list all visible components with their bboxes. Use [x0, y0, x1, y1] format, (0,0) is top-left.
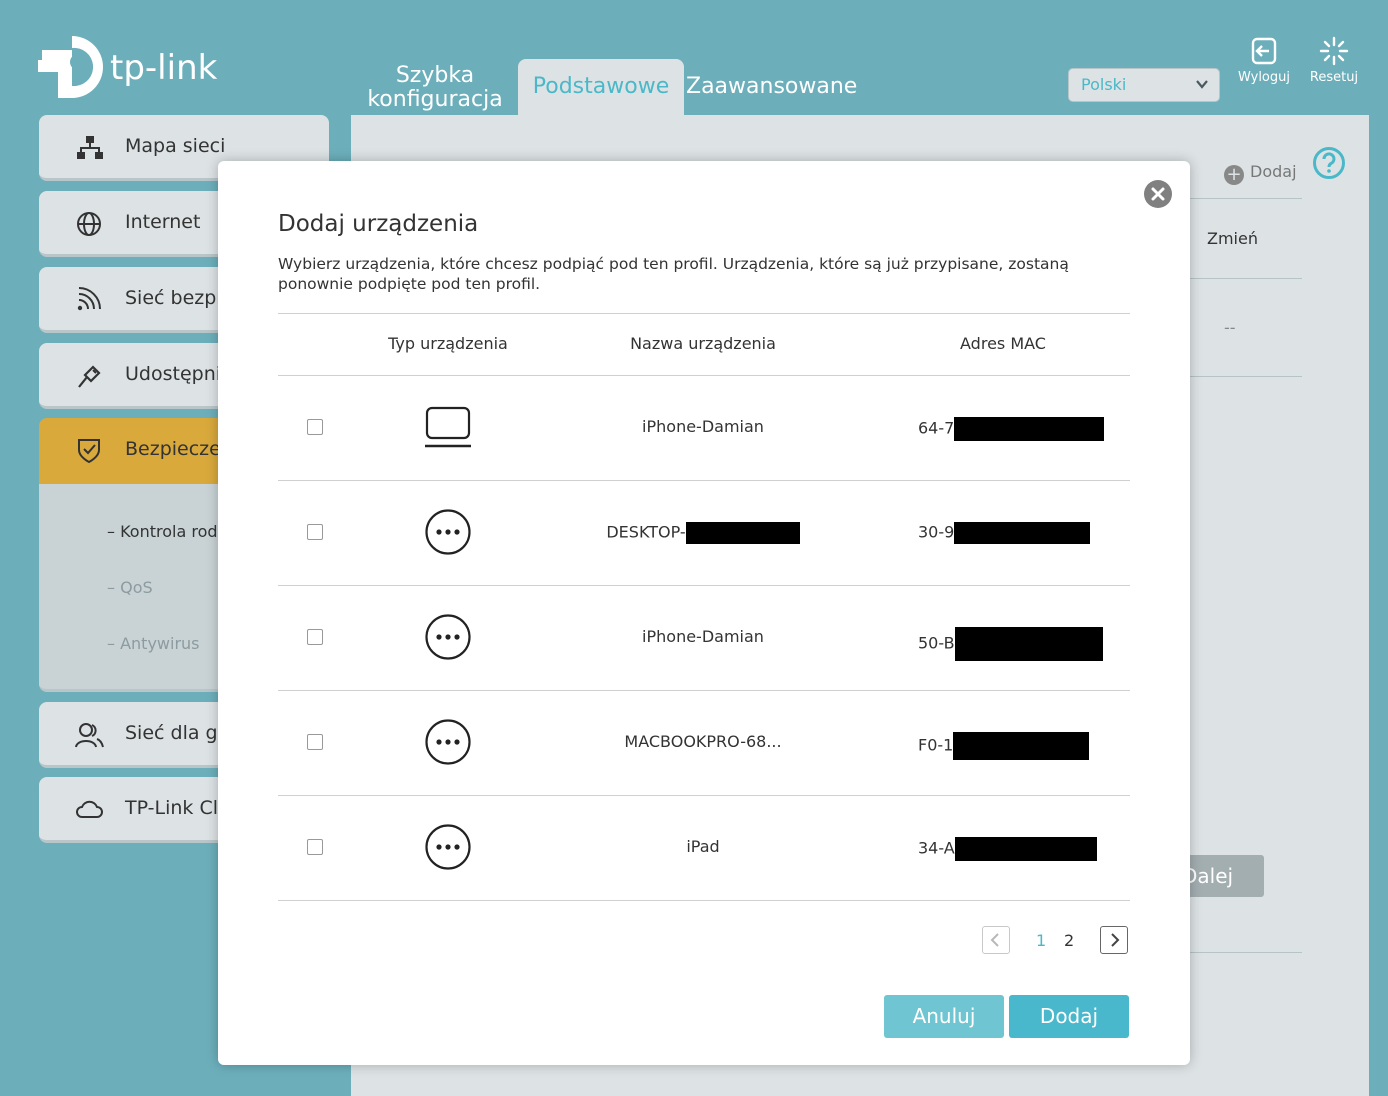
- table-divider: [278, 900, 1130, 901]
- background-divider: [1190, 376, 1302, 377]
- cloud-icon: [76, 800, 103, 818]
- usb-icon: [78, 365, 101, 388]
- modal-title: Dodaj urządzenia: [278, 211, 479, 237]
- pagination-page-2[interactable]: 2: [1064, 931, 1074, 950]
- table-row: iPad 34-A: [278, 795, 1130, 900]
- redaction-box: [954, 627, 1103, 661]
- table-row: MACBOOKPRO-68... F0-1: [278, 690, 1130, 795]
- submenu-item-qos[interactable]: – QoS: [107, 578, 153, 597]
- column-header-name: Nazwa urządzenia: [630, 334, 776, 353]
- table-row: DESKTOP- 30-9: [278, 480, 1130, 585]
- mac-prefix: 50-B: [918, 633, 955, 653]
- chevron-left-icon: [990, 933, 999, 947]
- help-icon[interactable]: [1312, 146, 1346, 180]
- more-icon: [425, 719, 471, 765]
- pagination-page-1[interactable]: 1: [1036, 931, 1046, 950]
- tab-quick-setup-line2: konfiguracja: [367, 87, 503, 112]
- table-row: iPhone-Damian 50-B: [278, 585, 1130, 690]
- mac-prefix: F0-1: [918, 735, 954, 755]
- device-name: DESKTOP-: [588, 522, 818, 544]
- more-icon: [425, 614, 471, 660]
- tp-link-logo: tp-link: [38, 34, 228, 104]
- tab-basic[interactable]: Podstawowe: [518, 59, 684, 119]
- mac-address: 50-B: [918, 627, 1103, 661]
- add-button[interactable]: Dodaj: [1009, 995, 1129, 1038]
- mac-prefix: 34-A: [918, 838, 955, 858]
- background-divider: [1190, 952, 1302, 953]
- shield-icon: [78, 439, 100, 464]
- logout-button[interactable]: Wyloguj: [1232, 36, 1296, 85]
- submenu-item-antivirus[interactable]: – Antywirus: [107, 634, 200, 653]
- laptop-icon: [425, 406, 471, 448]
- background-divider: [1190, 278, 1302, 279]
- cancel-button[interactable]: Anuluj: [884, 995, 1004, 1038]
- logo-text: tp-link: [110, 48, 218, 88]
- mac-prefix: 64-7: [918, 418, 955, 438]
- network-map-icon: [77, 136, 103, 159]
- add-devices-modal: Dodaj urządzenia Wybierz urządzenia, któ…: [218, 161, 1190, 1065]
- reset-label: Resetuj: [1309, 70, 1359, 85]
- globe-icon: [77, 212, 101, 236]
- device-name-prefix: DESKTOP-: [606, 522, 686, 542]
- language-value: Polski: [1081, 75, 1127, 94]
- tab-quick-setup-line1: Szybka: [395, 63, 475, 88]
- pagination-prev-button[interactable]: [982, 926, 1010, 954]
- background-add-button[interactable]: + Dodaj: [1224, 162, 1297, 185]
- mac-prefix: 30-9: [918, 522, 955, 542]
- device-name: MACBOOKPRO-68...: [624, 732, 782, 751]
- guests-icon: [75, 723, 104, 748]
- device-name: iPad: [686, 837, 720, 856]
- wifi-icon: [77, 287, 101, 311]
- logout-icon: [1251, 37, 1277, 65]
- background-dash: --: [1224, 318, 1236, 337]
- chevron-down-icon: [1196, 80, 1208, 89]
- table-row: iPhone-Damian 64-7: [278, 375, 1130, 480]
- row-checkbox[interactable]: [307, 629, 323, 645]
- close-icon: [1151, 187, 1165, 201]
- reset-icon: [1319, 36, 1349, 66]
- tab-advanced[interactable]: Zaawansowane: [686, 75, 857, 99]
- mac-address: 30-9: [918, 522, 1091, 544]
- plus-icon: +: [1224, 165, 1244, 185]
- device-name: iPhone-Damian: [642, 417, 764, 436]
- device-name: iPhone-Damian: [642, 627, 764, 646]
- background-add-label: Dodaj: [1250, 162, 1297, 181]
- modal-description: Wybierz urządzenia, które chcesz podpiąć…: [278, 255, 1069, 293]
- row-checkbox[interactable]: [307, 419, 323, 435]
- more-icon: [425, 824, 471, 870]
- mac-address: 64-7: [918, 417, 1105, 441]
- column-header-mac: Adres MAC: [960, 334, 1046, 353]
- row-checkbox[interactable]: [307, 524, 323, 540]
- submenu-item-label: QoS: [120, 578, 153, 597]
- pagination-next-button[interactable]: [1100, 926, 1128, 954]
- chevron-right-icon: [1111, 933, 1120, 947]
- reset-button[interactable]: Resetuj: [1302, 36, 1366, 85]
- background-edit-header: Zmień: [1207, 229, 1258, 248]
- submenu-item-label: Antywirus: [120, 634, 200, 653]
- logout-label: Wyloguj: [1238, 70, 1290, 85]
- sidebar-item-label: Internet: [125, 211, 201, 233]
- redaction-box: [685, 522, 800, 544]
- mac-address: 34-A: [918, 837, 1097, 861]
- tp-link-logo-icon: [38, 36, 103, 98]
- redaction-box: [954, 522, 1091, 544]
- sidebar-item-label: Mapa sieci: [125, 135, 226, 157]
- row-checkbox[interactable]: [307, 839, 323, 855]
- table-divider: [278, 313, 1130, 314]
- more-icon: [425, 509, 471, 555]
- redaction-box: [954, 417, 1105, 441]
- mac-address: F0-1: [918, 732, 1090, 760]
- close-button[interactable]: [1144, 180, 1172, 208]
- row-checkbox[interactable]: [307, 734, 323, 750]
- language-select[interactable]: Polski: [1068, 68, 1220, 102]
- tab-quick-setup[interactable]: Szybka konfiguracja: [360, 64, 510, 112]
- column-header-type: Typ urządzenia: [388, 334, 508, 353]
- redaction-box: [953, 732, 1090, 760]
- redaction-box: [954, 837, 1097, 861]
- background-divider: [1190, 198, 1302, 199]
